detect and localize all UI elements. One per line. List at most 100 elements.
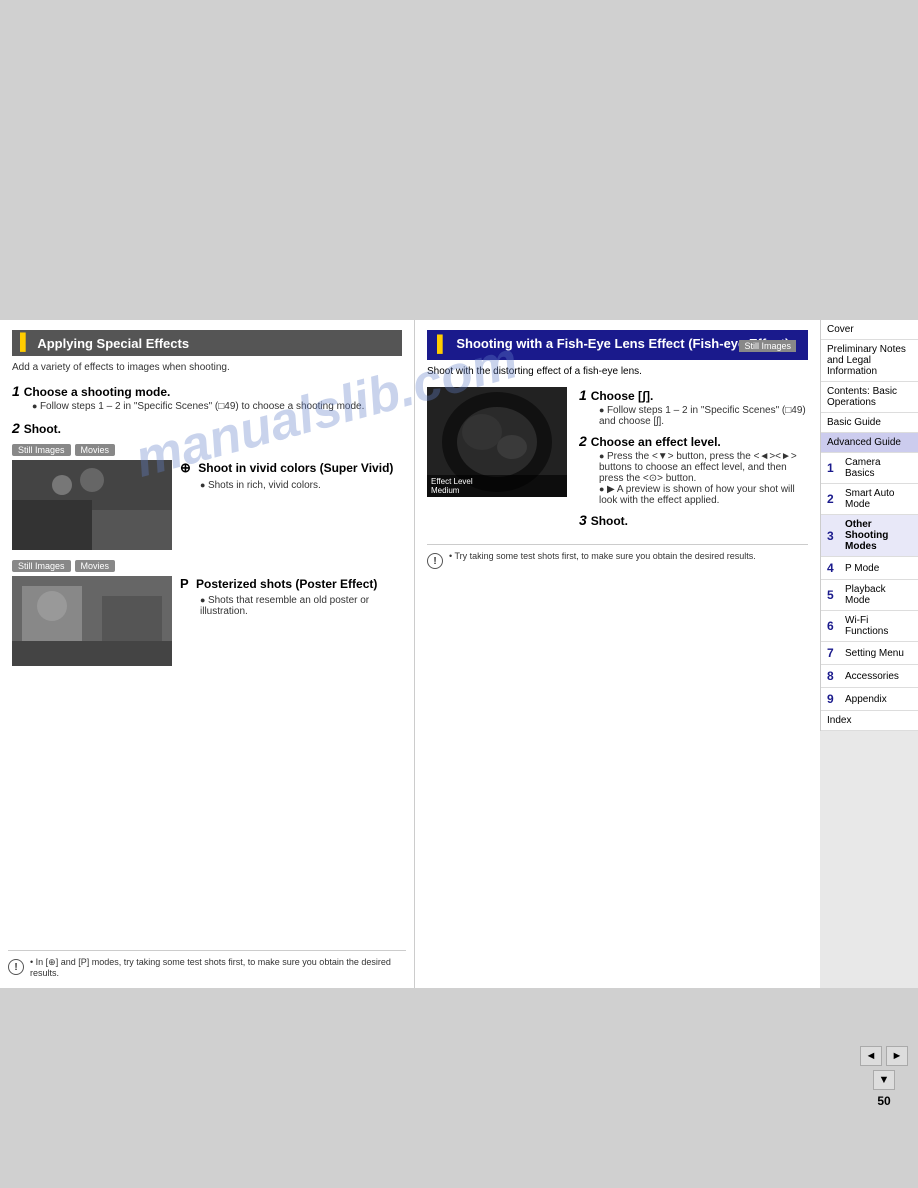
prev-page-button[interactable]: ◄ — [860, 1046, 882, 1066]
main-content: Applying Special Effects Add a variety o… — [0, 320, 820, 988]
poster-svg — [12, 576, 172, 666]
sidebar-cover-label: Cover — [827, 324, 854, 335]
subsection-1-title: ⊕ Shoot in vivid colors (Super Vivid) — [180, 460, 402, 476]
sidebar-item-contents[interactable]: Contents: Basic Operations — [821, 382, 918, 413]
subsection-1-content: ⊕ Shoot in vivid colors (Super Vivid) Sh… — [12, 460, 402, 550]
subsection-2-text: P Posterized shots (Poster Effect) Shots… — [180, 576, 402, 666]
right-intro: Shoot with the distorting effect of a fi… — [427, 366, 808, 377]
subsection-1-bullets: Shots in rich, vivid colors. — [200, 480, 402, 491]
sidebar-item-appendix[interactable]: 9 Appendix — [821, 688, 918, 711]
overlay-line2: Medium — [431, 486, 563, 495]
sidebar-contents-label: Contents: Basic Operations — [827, 386, 912, 408]
top-gray-area — [0, 0, 918, 320]
right-note-text: • Try taking some test shots first, to m… — [449, 551, 756, 569]
right-step-2-bullet-1: Press the <▼> button, press the <◄><►> b… — [599, 451, 808, 484]
subsection-1-badges: Still Images Movies — [12, 444, 402, 456]
page-container: manualslib.com Applying Special Effects … — [0, 0, 918, 1188]
subsection-2-badges: Still Images Movies — [12, 560, 402, 572]
right-step-3: 3 Shoot. — [579, 512, 808, 528]
sidebar-other-shooting-label: Other Shooting Modes — [845, 519, 912, 552]
subsection-1-title-text: Shoot in vivid colors (Super Vivid) — [198, 461, 393, 475]
super-vivid-image — [12, 460, 172, 550]
sidebar-wifi-label: Wi-Fi Functions — [845, 615, 912, 637]
subsection-2-title-text: Posterized shots (Poster Effect) — [196, 577, 377, 591]
sidebar-camera-basics-label: Camera Basics — [845, 457, 912, 479]
sidebar-setting-label: Setting Menu — [845, 648, 904, 659]
down-button[interactable]: ▼ — [873, 1070, 895, 1090]
left-step-2: 2 Shoot. — [12, 420, 402, 436]
step-1-desc: Follow steps 1 – 2 in "Specific Scenes" … — [32, 401, 402, 412]
sidebar-item-smart-auto[interactable]: 2 Smart Auto Mode — [821, 484, 918, 515]
right-step-3-number: 3 — [579, 512, 591, 528]
step-1-number: 1 — [12, 383, 24, 399]
subsection-2-title: P Posterized shots (Poster Effect) — [180, 576, 402, 591]
left-step-1: 1 Choose a shooting mode. Follow steps 1… — [12, 383, 402, 412]
left-section-title: Applying Special Effects — [37, 336, 189, 351]
sidebar-item-wifi[interactable]: 6 Wi-Fi Functions — [821, 611, 918, 642]
step-1-desc-text: Follow steps 1 – 2 in "Specific Scenes" … — [32, 401, 402, 412]
subsection-2-content: P Posterized shots (Poster Effect) Shots… — [12, 576, 402, 666]
left-note: ! • In [⊕] and [P] modes, try taking som… — [8, 950, 406, 978]
right-still-images-badge: Still Images — [739, 340, 796, 352]
sidebar-item-p-mode[interactable]: 4 P Mode — [821, 557, 918, 580]
right-step-1-title: Choose [ʃ]. — [591, 389, 654, 403]
sidebar-item-index[interactable]: Index — [821, 711, 918, 731]
step-2-title: Shoot. — [24, 422, 61, 436]
right-step-1-number: 1 — [579, 387, 591, 403]
left-section-header: Applying Special Effects — [12, 330, 402, 356]
sidebar-item-preliminary[interactable]: Preliminary Notes and Legal Information — [821, 340, 918, 382]
sidebar-accessories-number: 8 — [827, 669, 841, 683]
sidebar-index-label: Index — [827, 715, 851, 726]
sidebar-item-advanced-guide[interactable]: Advanced Guide — [821, 433, 918, 453]
badge-still-images-2: Still Images — [12, 560, 71, 572]
right-note-icon: ! — [427, 553, 443, 569]
sidebar-item-accessories[interactable]: 8 Accessories — [821, 665, 918, 688]
subsection-2-bullets: Shots that resemble an old poster or ill… — [200, 595, 402, 617]
sidebar-other-shooting-number: 3 — [827, 529, 841, 543]
sidebar-item-basic-guide[interactable]: Basic Guide — [821, 413, 918, 433]
subsection-1-bullet-1: Shots in rich, vivid colors. — [200, 480, 402, 491]
overlay-line1: Effect Level — [431, 477, 563, 486]
right-step-2: 2 Choose an effect level. Press the <▼> … — [579, 433, 808, 506]
sidebar-accessories-label: Accessories — [845, 671, 899, 682]
poster-icon: P — [180, 576, 189, 591]
sidebar-nav: Cover Preliminary Notes and Legal Inform… — [820, 320, 918, 731]
sidebar-appendix-label: Appendix — [845, 694, 887, 705]
sidebar-item-camera-basics[interactable]: 1 Camera Basics — [821, 453, 918, 484]
sidebar-p-mode-number: 4 — [827, 561, 841, 575]
sidebar-basic-guide-label: Basic Guide — [827, 417, 881, 428]
note-icon: ! — [8, 959, 24, 975]
super-vivid-icon: ⊕ — [180, 460, 191, 475]
sidebar-appendix-number: 9 — [827, 692, 841, 706]
step-2-number: 2 — [12, 420, 24, 436]
left-section-subtitle: Add a variety of effects to images when … — [12, 362, 402, 373]
subsection-1-text: ⊕ Shoot in vivid colors (Super Vivid) Sh… — [180, 460, 402, 550]
sidebar-smart-auto-label: Smart Auto Mode — [845, 488, 912, 510]
sidebar-playback-number: 5 — [827, 588, 841, 602]
sidebar-item-setting[interactable]: 7 Setting Menu — [821, 642, 918, 665]
sidebar-playback-label: Playback Mode — [845, 584, 912, 606]
right-note: ! • Try taking some test shots first, to… — [427, 544, 808, 569]
next-page-button[interactable]: ► — [886, 1046, 908, 1066]
sidebar-camera-basics-number: 1 — [827, 461, 841, 475]
badge-still-images-1: Still Images — [12, 444, 71, 456]
arrow-bullet-icon: ▶ — [607, 484, 617, 495]
sidebar-item-cover[interactable]: Cover — [821, 320, 918, 340]
subsection-poster: Still Images Movies — [12, 560, 402, 666]
right-steps: 1 Choose [ʃ]. Follow steps 1 – 2 in "Spe… — [579, 387, 808, 534]
left-panel: Applying Special Effects Add a variety o… — [0, 320, 415, 988]
sidebar-setting-number: 7 — [827, 646, 841, 660]
step-1-title: Choose a shooting mode. — [24, 385, 171, 399]
sidebar-item-other-shooting[interactable]: 3 Other Shooting Modes — [821, 515, 918, 557]
page-nav-row: ◄ ► — [860, 1046, 908, 1066]
right-panel: Shooting with a Fish-Eye Lens Effect (Fi… — [415, 320, 820, 988]
sidebar-p-mode-label: P Mode — [845, 563, 879, 574]
sidebar-preliminary-label: Preliminary Notes and Legal Information — [827, 344, 912, 377]
right-step-2-bullet-2-text: A preview is shown of how your shot will… — [599, 484, 795, 506]
left-note-text: • In [⊕] and [P] modes, try taking some … — [30, 957, 406, 978]
sidebar-smart-auto-number: 2 — [827, 492, 841, 506]
page-number: 50 — [877, 1094, 890, 1108]
fish-eye-content: Effect Level Medium 1 Choose [ʃ]. Follow… — [427, 387, 808, 534]
sidebar-item-playback[interactable]: 5 Playback Mode — [821, 580, 918, 611]
right-step-1-bullet: Follow steps 1 – 2 in "Specific Scenes" … — [599, 405, 808, 427]
